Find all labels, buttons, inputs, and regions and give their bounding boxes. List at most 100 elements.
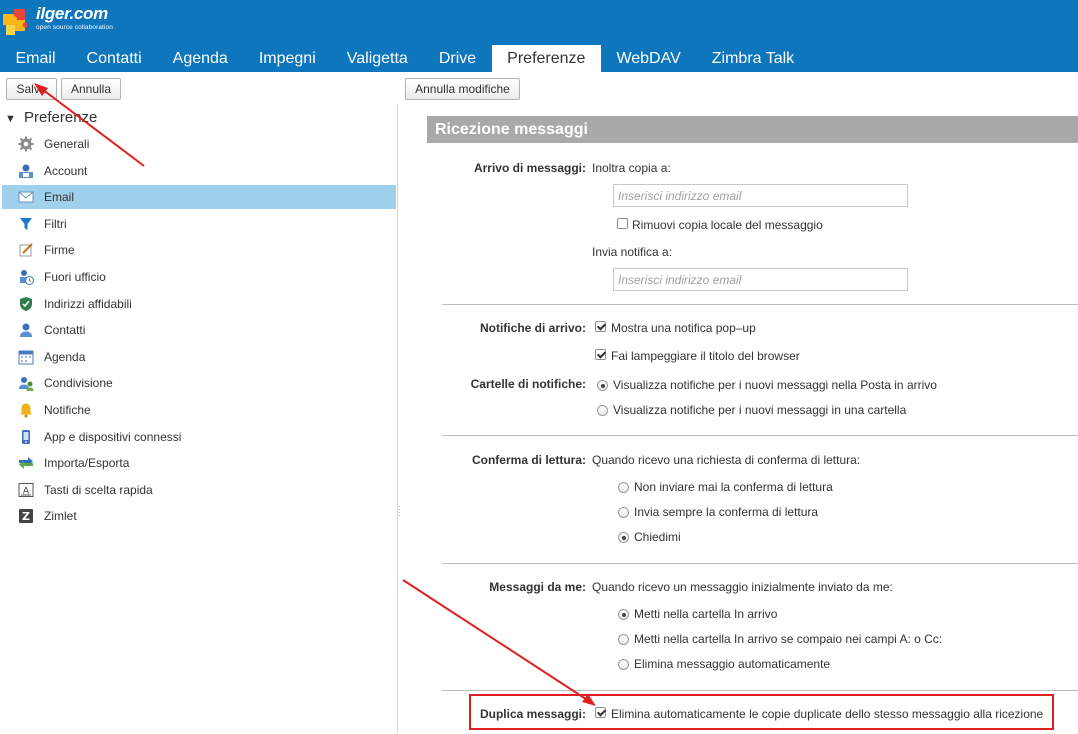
- ask-me-label: Chiedimi: [634, 530, 681, 544]
- tab-impegni[interactable]: Impegni: [243, 45, 331, 72]
- sidebar-item-label: Firme: [44, 243, 75, 258]
- sidebar-item-agenda[interactable]: Agenda: [2, 345, 396, 369]
- import-export-icon: [19, 457, 33, 470]
- annotation-highlight-box: [469, 694, 1054, 730]
- sidebar-item-indirizzi-affidabili[interactable]: Indirizzi affidabili: [2, 292, 396, 316]
- notify-inbox-radio[interactable]: [597, 380, 608, 391]
- sidebar-item-label: Fuori ufficio: [44, 270, 106, 284]
- sidebar-item-importa-esporta[interactable]: Importa/Esporta: [2, 451, 396, 475]
- read-receipt-intro: Quando ricevo una richiesta di conferma …: [592, 453, 861, 467]
- sidebar-item-firme[interactable]: Firme: [2, 238, 396, 262]
- sidebar-item-label: Filtri: [44, 216, 67, 231]
- tab-zimbra-talk[interactable]: Zimbra Talk: [696, 45, 809, 72]
- sidebar-item-email[interactable]: Email: [2, 185, 396, 210]
- ask-me-radio[interactable]: [618, 532, 629, 543]
- device-icon: [22, 429, 30, 444]
- tree-header-label: Preferenze: [24, 109, 98, 126]
- sidebar-item-label: Importa/Esporta: [44, 456, 130, 471]
- sidebar-item-zimlet[interactable]: Z Zimlet: [2, 504, 396, 528]
- notify-folder-radio[interactable]: [597, 405, 608, 416]
- splitter-grip-icon[interactable]: · · · ·: [398, 503, 401, 520]
- sidebar-item-label: Contatti: [44, 323, 86, 338]
- arrow-to-duplicates: [402, 579, 593, 704]
- sidebar-item-fuori-ufficio[interactable]: Fuori ufficio: [2, 265, 396, 289]
- logo[interactable]: ilger.com open source collaboration: [2, 2, 132, 38]
- sidebar-item-label: Notifiche: [44, 403, 91, 417]
- divider: [442, 690, 1078, 691]
- sidebar-item-label: Account: [44, 163, 88, 178]
- bell-icon: [20, 403, 32, 418]
- tab-contatti[interactable]: Contatti: [71, 45, 157, 72]
- messages-from-me-intro: Quando ricevo un messaggio inizialmente …: [592, 580, 893, 594]
- read-receipt-label: Conferma di lettura:: [471, 453, 586, 467]
- divider: [442, 435, 1078, 436]
- put-in-inbox-label: Metti nella cartella In arrivo: [634, 607, 778, 621]
- remove-local-copy-checkbox[interactable]: [617, 218, 628, 229]
- sidebar-item-label: Generali: [44, 137, 90, 151]
- section-title: Ricezione messaggi: [427, 116, 1078, 143]
- popup-notification-checkbox[interactable]: [595, 321, 606, 332]
- calendar-icon: [18, 350, 34, 365]
- sidebar-item-contatti[interactable]: Contatti: [2, 318, 396, 342]
- sidebar-item-filtri[interactable]: Filtri: [2, 212, 396, 236]
- tab-drive[interactable]: Drive: [423, 45, 491, 72]
- brand-name: ilger.com: [36, 4, 108, 23]
- sidebar-item-app-e-dispositivi-connessi[interactable]: App e dispositivi connessi: [2, 425, 396, 449]
- notification-folders-label: Cartelle di notifiche:: [470, 377, 586, 391]
- sidebar-item-condivisione[interactable]: Condivisione: [2, 371, 396, 395]
- notification-email-input[interactable]: [613, 268, 908, 291]
- app-header: ilger.com open source collaboration Emai…: [0, 0, 1078, 72]
- sidebar-item-label: Tasti di scelta rapida: [44, 482, 153, 497]
- sidebar-item-label: Agenda: [44, 349, 86, 364]
- arrival-label: Arrivo di messaggi:: [473, 161, 586, 175]
- sidebar-item-label: Condivisione: [44, 376, 113, 391]
- flash-title-label: Fai lampeggiare il titolo del browser: [611, 349, 800, 363]
- notify-folder-label: Visualizza notifiche per i nuovi messagg…: [613, 403, 907, 417]
- put-in-inbox-radio[interactable]: [618, 609, 629, 620]
- sidebar-item-notifiche[interactable]: Notifiche: [2, 398, 396, 422]
- undo-changes-button[interactable]: Annulla modifiche: [405, 78, 520, 100]
- tree-header[interactable]: ▼ Preferenze: [0, 108, 97, 128]
- tab-preferenze[interactable]: Preferenze: [491, 45, 601, 72]
- inbox-if-recipient-radio[interactable]: [618, 634, 629, 645]
- tab-agenda[interactable]: Agenda: [157, 45, 243, 72]
- tab-webdav[interactable]: WebDAV: [601, 45, 696, 72]
- delete-automatically-radio[interactable]: [618, 659, 629, 670]
- account-icon: [19, 164, 33, 178]
- remove-local-copy-label: Rimuovi copia locale del messaggio: [632, 218, 823, 232]
- never-send-receipt-radio[interactable]: [618, 482, 629, 493]
- zimlet-icon: Z: [19, 509, 33, 524]
- notify-inbox-label: Visualizza notifiche per i nuovi messagg…: [613, 378, 937, 392]
- sidebar-item-generali[interactable]: Generali: [2, 132, 396, 156]
- puzzle-logo-icon: [3, 9, 28, 35]
- brand-tagline: open source collaboration: [36, 24, 113, 31]
- flash-title-checkbox[interactable]: [595, 349, 606, 360]
- send-notification-label: Invia notifica a:: [592, 245, 673, 259]
- divider: [442, 304, 1078, 305]
- sidebar-item-account[interactable]: Account: [2, 159, 396, 183]
- never-send-receipt-label: Non inviare mai la conferma di lettura: [634, 480, 833, 494]
- keyboard-icon: A: [18, 482, 34, 497]
- sidebar-item-label: Email: [44, 190, 75, 205]
- delete-automatically-label: Elimina messaggio automaticamente: [634, 657, 831, 671]
- messages-from-me-label: Messaggi da me:: [489, 580, 586, 594]
- tab-email[interactable]: Email: [0, 45, 71, 72]
- tab-valigetta[interactable]: Valigetta: [331, 45, 423, 72]
- always-send-receipt-radio[interactable]: [618, 507, 629, 518]
- sidebar-item-label: Indirizzi affidabili: [44, 296, 132, 311]
- app-tabs: Email Contatti Agenda Impegni Valigetta Drive…: [0, 45, 810, 72]
- sidebar-item-label: App e dispositivi connessi: [44, 429, 182, 444]
- inbox-if-recipient-label: Metti nella cartella In arrivo se compai…: [634, 632, 943, 646]
- envelope-icon: [18, 191, 34, 203]
- always-send-receipt-label: Invia sempre la conferma di lettura: [634, 505, 819, 519]
- save-button[interactable]: Salva: [6, 78, 57, 100]
- pane-splitter[interactable]: [397, 104, 398, 734]
- cancel-button[interactable]: Annulla: [61, 78, 121, 100]
- contact-icon: [20, 323, 32, 338]
- divider: [442, 563, 1078, 564]
- sidebar-item-tasti-di-scelta-rapida[interactable]: A Tasti di scelta rapida: [2, 478, 396, 502]
- forward-email-input[interactable]: [613, 184, 908, 207]
- collapse-triangle-icon[interactable]: ▼: [5, 109, 17, 129]
- forward-copy-label: Inoltra copia a:: [592, 161, 671, 175]
- arrival-notifications-label: Notifiche di arrivo:: [479, 321, 586, 335]
